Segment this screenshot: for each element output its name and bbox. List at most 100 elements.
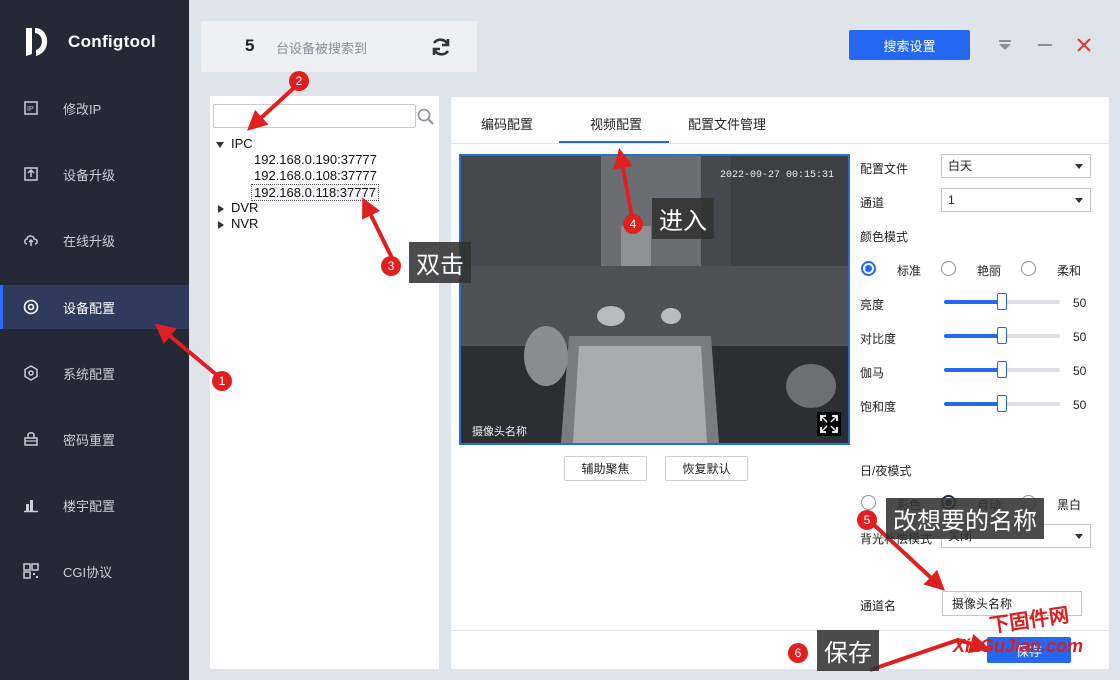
chevron-down-icon bbox=[1075, 534, 1083, 539]
daynight-label: 日/夜模式 bbox=[860, 464, 912, 478]
fullscreen-icon[interactable] bbox=[817, 412, 841, 436]
sidebar-item-label: 设备升级 bbox=[63, 167, 116, 183]
ip-icon: IP bbox=[23, 100, 39, 116]
sidebar-item-label: 系统配置 bbox=[63, 366, 116, 382]
hexagon-gear-icon bbox=[23, 365, 39, 381]
radio-color-vivid[interactable] bbox=[941, 261, 956, 276]
sidebar-item-system-config[interactable]: 系统配置 bbox=[0, 351, 189, 395]
profile-label: 配置文件 bbox=[860, 162, 909, 176]
channel-label: 通道 bbox=[860, 196, 885, 210]
annotation-rename: 改想要的名称 bbox=[886, 498, 1044, 539]
close-icon[interactable] bbox=[1075, 36, 1093, 54]
annotation-number: 6 bbox=[788, 643, 808, 663]
device-search-input[interactable] bbox=[213, 104, 416, 128]
sidebar: Configtool IP 修改IP 设备升级 在线升级 设备配置 系统配置 密… bbox=[0, 0, 189, 680]
sidebar-item-label: 密码重置 bbox=[63, 432, 116, 448]
sidebar-item-cgi-protocol[interactable]: CGI协议 bbox=[0, 549, 189, 593]
slider-thumb[interactable] bbox=[997, 395, 1007, 412]
sidebar-item-label: 楼宇配置 bbox=[63, 498, 116, 514]
assist-focus-button[interactable]: 辅助聚焦 bbox=[564, 456, 647, 481]
device-count-panel: 5 台设备被搜索到 bbox=[201, 21, 477, 72]
brightness-label: 亮度 bbox=[860, 298, 885, 312]
tree-device-item-selected[interactable]: 192.168.0.118:37777 bbox=[251, 184, 379, 201]
tab-divider bbox=[451, 143, 1109, 144]
bar-chart-icon bbox=[23, 497, 39, 513]
annotation-number: 3 bbox=[381, 256, 401, 276]
caret-right-icon[interactable] bbox=[218, 204, 224, 213]
gamma-value: 50 bbox=[1073, 364, 1087, 378]
chevron-down-icon bbox=[1075, 164, 1083, 169]
profile-select[interactable]: 白天 bbox=[941, 154, 1091, 178]
refresh-icon[interactable] bbox=[429, 35, 453, 59]
sidebar-item-online-upgrade[interactable]: 在线升级 bbox=[0, 218, 189, 262]
annotation-number: 4 bbox=[623, 214, 643, 234]
search-icon[interactable] bbox=[417, 108, 435, 126]
config-panel: 编码配置 视频配置 配置文件管理 2022-09-27 00:15:31 摄像头… bbox=[451, 97, 1109, 669]
caret-down-icon[interactable] bbox=[216, 141, 224, 148]
tree-device-item[interactable]: 192.168.0.190:37777 bbox=[254, 152, 377, 167]
tree-group-label: IPC bbox=[231, 136, 253, 151]
qr-code-icon bbox=[23, 563, 39, 579]
color-mode-label: 颜色模式 bbox=[860, 230, 909, 244]
sidebar-item-label: 设备配置 bbox=[63, 300, 116, 316]
device-tree-panel: IPC 192.168.0.190:37777 192.168.0.108:37… bbox=[210, 96, 439, 669]
annotation-enter: 进入 bbox=[652, 198, 714, 239]
gamma-slider[interactable] bbox=[944, 361, 1060, 378]
sidebar-item-device-upgrade[interactable]: 设备升级 bbox=[0, 152, 189, 196]
slider-fill bbox=[944, 334, 1002, 338]
brightness-value: 50 bbox=[1073, 296, 1087, 310]
tree-device-item[interactable]: 192.168.0.108:37777 bbox=[254, 168, 377, 183]
tab-encode-config[interactable]: 编码配置 bbox=[481, 114, 533, 133]
radio-color-soft[interactable] bbox=[1021, 261, 1036, 276]
sidebar-item-password-reset[interactable]: 密码重置 bbox=[0, 417, 189, 461]
channel-select[interactable]: 1 bbox=[941, 188, 1091, 212]
tree-group-label: DVR bbox=[231, 200, 259, 215]
contrast-value: 50 bbox=[1073, 330, 1087, 344]
radio-label: 柔和 bbox=[1057, 264, 1082, 278]
saturation-slider[interactable] bbox=[944, 395, 1060, 412]
sidebar-item-modify-ip[interactable]: IP 修改IP bbox=[0, 86, 189, 130]
lock-icon bbox=[23, 431, 39, 447]
saturation-label: 饱和度 bbox=[860, 400, 897, 414]
annotation-double-click: 双击 bbox=[409, 242, 471, 283]
saturation-value: 50 bbox=[1073, 398, 1087, 412]
contrast-label: 对比度 bbox=[860, 332, 897, 346]
tree-group-ipc[interactable]: IPC bbox=[216, 136, 253, 151]
slider-thumb[interactable] bbox=[997, 361, 1007, 378]
slider-fill bbox=[944, 300, 1002, 304]
app-logo: Configtool bbox=[22, 24, 156, 60]
sidebar-item-label: 在线升级 bbox=[63, 233, 116, 249]
minimize-icon[interactable] bbox=[1036, 36, 1054, 54]
sidebar-item-building-config[interactable]: 楼宇配置 bbox=[0, 483, 189, 527]
sidebar-item-label: CGI协议 bbox=[63, 564, 113, 580]
radio-daynight-color[interactable] bbox=[861, 495, 876, 510]
watermark-bottom-text: XiaGuJian.com bbox=[953, 636, 1084, 656]
svg-text:IP: IP bbox=[27, 106, 34, 113]
gamma-label: 伽马 bbox=[860, 366, 885, 380]
channel-select-value: 1 bbox=[948, 193, 955, 207]
tree-group-label: NVR bbox=[231, 216, 259, 231]
brightness-slider[interactable] bbox=[944, 293, 1060, 310]
restore-default-button[interactable]: 恢复默认 bbox=[665, 456, 748, 481]
tab-video-config[interactable]: 视频配置 bbox=[590, 114, 642, 133]
radio-label: 艳丽 bbox=[977, 264, 1002, 278]
caret-right-icon[interactable] bbox=[218, 220, 224, 229]
channel-name-label: 通道名 bbox=[860, 599, 897, 613]
tab-config-file-management[interactable]: 配置文件管理 bbox=[688, 114, 766, 133]
sidebar-item-label: 修改IP bbox=[63, 101, 102, 117]
radio-color-standard[interactable] bbox=[861, 261, 876, 276]
sidebar-item-device-config[interactable]: 设备配置 bbox=[0, 285, 189, 329]
tree-group-dvr[interactable]: DVR bbox=[218, 200, 258, 215]
contrast-slider[interactable] bbox=[944, 327, 1060, 344]
video-camera-name: 摄像头名称 bbox=[472, 426, 527, 438]
annotation-number: 1 bbox=[212, 371, 232, 391]
video-timestamp: 2022-09-27 00:15:31 bbox=[719, 170, 834, 181]
search-settings-button[interactable]: 搜索设置 bbox=[849, 30, 970, 60]
tree-group-nvr[interactable]: NVR bbox=[218, 216, 258, 231]
radio-label: 黑白 bbox=[1057, 498, 1082, 512]
slider-thumb[interactable] bbox=[997, 327, 1007, 344]
device-count: 5 bbox=[245, 36, 255, 55]
annotation-number: 5 bbox=[857, 510, 877, 530]
slider-thumb[interactable] bbox=[997, 293, 1007, 310]
dropdown-menu-icon[interactable] bbox=[996, 36, 1014, 54]
